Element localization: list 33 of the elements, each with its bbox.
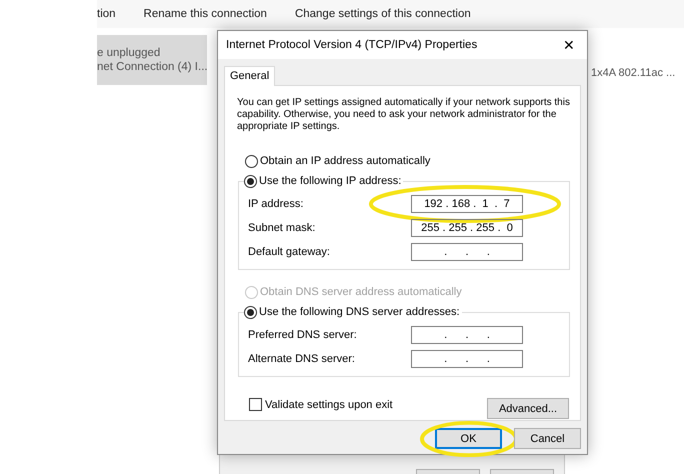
field-label: Preferred DNS server:: [248, 329, 358, 341]
radio-label: Use the following DNS server addresses:: [259, 306, 460, 318]
selected-connection-item[interactable]: e unplugged net Connection (4) I...: [97, 35, 207, 85]
tab[interactable]: General: [224, 66, 276, 86]
window-title: Internet Protocol Version 4 (TCP/IPv4) Properties: [226, 39, 478, 51]
close-button[interactable]: ✕: [559, 37, 579, 53]
toolbar-command[interactable]: Rename this connection: [144, 8, 267, 20]
dialog-button[interactable]: OK: [435, 428, 502, 449]
ip-address-field[interactable]: 255 . 255 . 255 . 0: [411, 219, 523, 237]
radio-label: Use the following IP address:: [259, 175, 402, 187]
toolbar-command[interactable]: Change settings of this connection: [294, 8, 471, 20]
advanced-button[interactable]: Advanced...: [487, 398, 569, 419]
radio-button[interactable]: [245, 154, 258, 168]
dialog-button[interactable]: Cancel: [514, 428, 581, 449]
connection-status: e unplugged: [97, 47, 162, 59]
checkbox-label: Validate settings upon exit: [265, 398, 393, 410]
radio-button[interactable]: [244, 174, 257, 188]
ip-address-field[interactable]: . . .: [411, 243, 523, 261]
ip-address-field[interactable]: . . .: [411, 350, 523, 368]
checkbox[interactable]: [249, 398, 262, 411]
ip-address-field[interactable]: 192 . 168 . 1 . 7: [411, 195, 523, 213]
connection-name: net Connection (4) I...: [97, 61, 207, 73]
device-name: 1x4A 802.11ac ...: [591, 67, 676, 81]
toolbar-command[interactable]: tion: [97, 8, 116, 20]
ip-address-field[interactable]: . . .: [411, 326, 523, 344]
radio-button[interactable]: [244, 306, 257, 318]
description-text: You can get IP settings assigned automatically if your network supports this capability. Otherwise, you need to ask your network administrator for the appropriate IP settings.: [237, 97, 571, 133]
radio-label: Obtain DNS server address automatically: [260, 286, 462, 298]
radio-label: Obtain an IP address automatically: [260, 155, 430, 167]
field-label: Default gateway:: [248, 246, 331, 258]
field-label: IP address:: [248, 198, 304, 210]
field-label: Alternate DNS server:: [248, 353, 356, 365]
field-label: Subnet mask:: [248, 222, 316, 234]
